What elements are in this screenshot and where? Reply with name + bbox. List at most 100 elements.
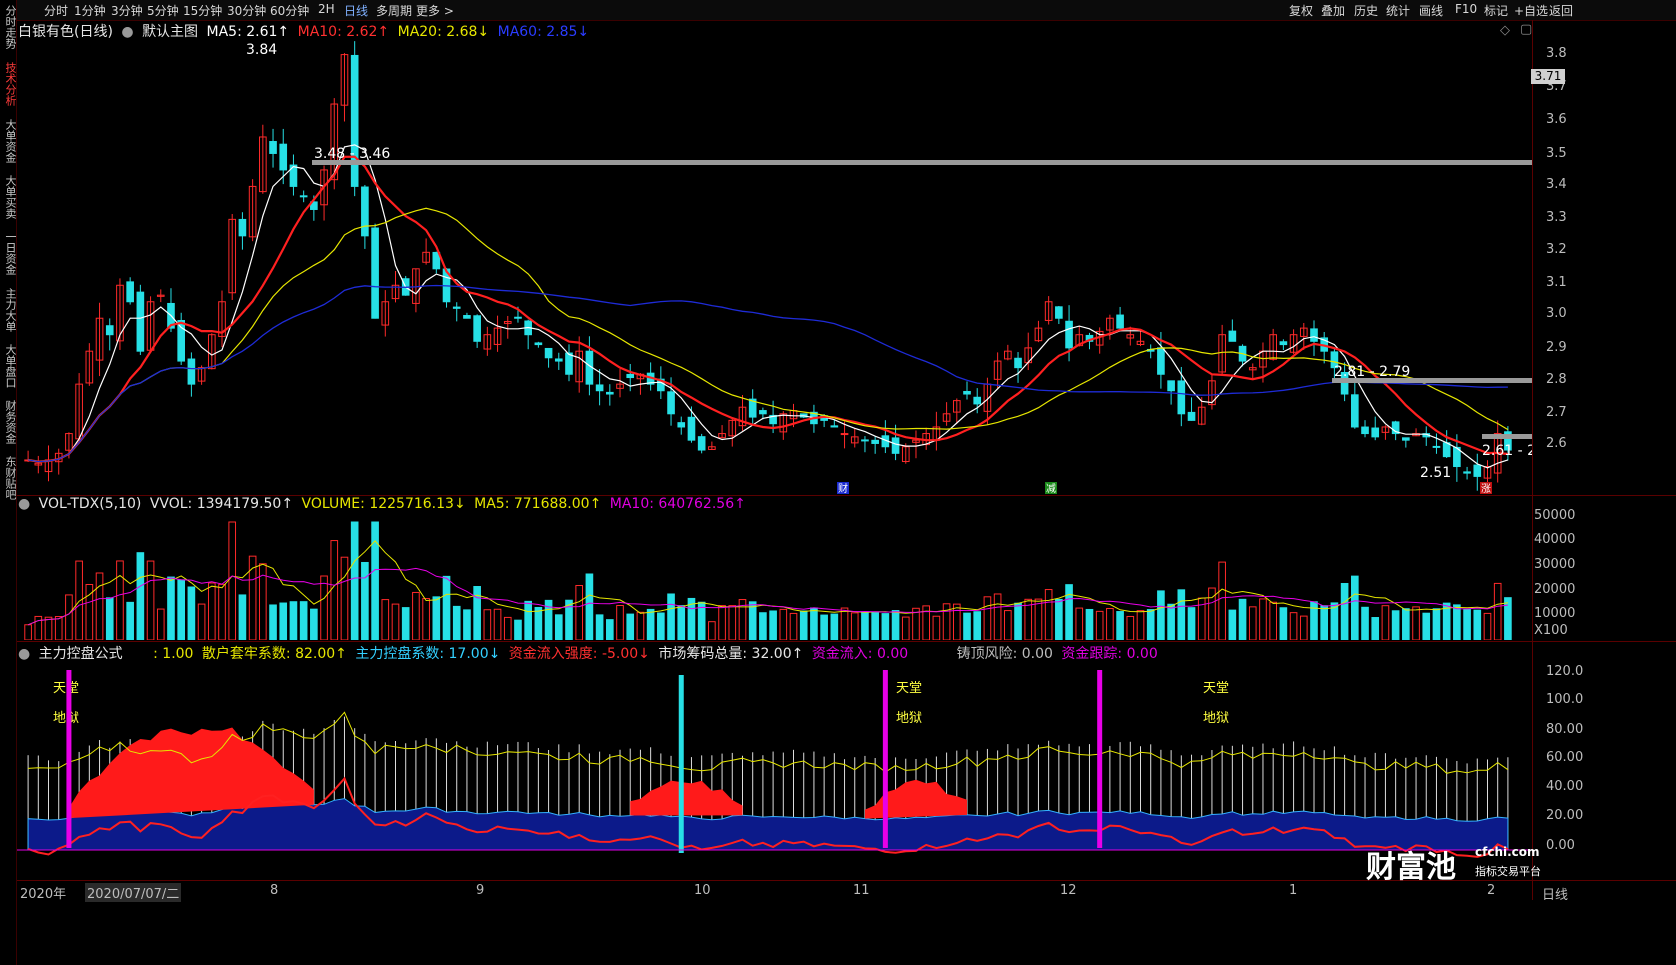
tab-2h[interactable]: 2H [318, 2, 335, 16]
volume-bar [105, 597, 114, 640]
sidebar-item-daily-funds[interactable]: 一日资金 [0, 228, 17, 278]
fund-inflow-area [630, 780, 743, 816]
tab-timeshare[interactable]: 分时 [44, 2, 68, 19]
tab-multi-period[interactable]: 多周期 [376, 2, 412, 19]
f10-button[interactable]: F10 [1455, 2, 1477, 16]
volume-bar [1146, 609, 1155, 640]
stats-button[interactable]: 统计 [1386, 2, 1410, 19]
tab-60min[interactable]: 60分钟 [270, 2, 309, 19]
annotation-high: 3.84 [246, 42, 277, 58]
signal-column [66, 670, 72, 848]
volume-chart[interactable] [17, 515, 1532, 640]
vol-ma5-value: MA5: 771688.00↑ [474, 496, 602, 512]
settings-dot-icon[interactable]: ● [18, 496, 30, 512]
candle-down [605, 391, 614, 395]
sidebar-item-bigorder-book[interactable]: 大单盘口 [0, 341, 17, 391]
tab-more[interactable]: 更多 > [416, 2, 454, 19]
volume-bar [1014, 602, 1022, 640]
volume-bar [1299, 615, 1308, 640]
indicator-chart[interactable]: 天堂 地狱 天堂 地狱 天堂 地狱 [17, 660, 1532, 880]
tab-15min[interactable]: 15分钟 [183, 2, 222, 19]
tab-1min[interactable]: 1分钟 [74, 2, 106, 19]
volume-bar [952, 603, 961, 640]
volume-axis: 50000 40000 30000 20000 10000 X100 [1534, 500, 1676, 640]
restore-rights-button[interactable]: 复权 [1289, 2, 1313, 19]
candle-down [1442, 442, 1451, 458]
volume-bar [993, 593, 1002, 640]
tab-5min[interactable]: 5分钟 [147, 2, 179, 19]
vvol-value: VVOL: 1394179.50↑ [149, 496, 294, 512]
volume-bar [95, 572, 104, 640]
stock-name: 白银有色(日线) [18, 24, 113, 40]
candle-down [1473, 464, 1482, 477]
close-panel-icon[interactable]: ▢ [1520, 22, 1532, 37]
volume-bar [718, 605, 726, 640]
volume-bar [1391, 610, 1400, 640]
volume-bar [1504, 597, 1512, 640]
ma20-value: MA20: 2.68↓ [397, 24, 490, 40]
sidebar-item-forum[interactable]: 东财贴吧 [0, 453, 17, 503]
time-tick: 1 [1289, 883, 1298, 898]
fund-inflow-area [864, 779, 968, 819]
candle-down [1014, 357, 1022, 369]
vol-indicator-name[interactable]: VOL-TDX(5,10) [39, 496, 142, 512]
candle-down [1432, 445, 1441, 448]
sidebar-item-technical[interactable]: 技术分析 [0, 58, 17, 110]
time-axis: 2020年 2020/07/07/二 8 9 10 11 12 1 2 [17, 881, 1532, 903]
volume-bar [177, 579, 186, 640]
signal-column [678, 675, 684, 853]
draw-button[interactable]: 画线 [1419, 2, 1443, 19]
sidebar-item-bigorder-funds[interactable]: 大单资金 [0, 116, 17, 166]
volume-bar [1238, 598, 1247, 640]
template-name[interactable]: 默认主图 [142, 24, 198, 40]
back-button[interactable]: 返回 [1549, 2, 1573, 19]
volume-bar [871, 612, 879, 640]
volume-bar [207, 582, 216, 640]
volume-bar [1044, 589, 1053, 640]
volume-legend: ● VOL-TDX(5,10) VVOL: 1394179.50↑ VOLUME… [18, 496, 750, 514]
sidebar-item-bigorder-trade[interactable]: 大单买卖 [0, 172, 17, 222]
settings-gear-icon[interactable]: ◇ [1500, 23, 1510, 38]
volume-bar [973, 611, 982, 640]
volume-bar [1075, 607, 1084, 640]
volume-bar [432, 596, 441, 640]
overlay-button[interactable]: 叠加 [1321, 2, 1345, 19]
volume-bar [65, 594, 73, 640]
time-tick: 2020年 [20, 887, 67, 902]
sidebar-item-main-bigorder[interactable]: 主力大单 [0, 285, 17, 335]
volume-bar [748, 601, 757, 640]
sidebar-item-timeshare[interactable]: 分时走势 [0, 2, 17, 52]
volume-bar [1279, 607, 1288, 640]
mark-button[interactable]: 标记 [1484, 2, 1508, 19]
volume-bar [799, 610, 808, 640]
tab-30min[interactable]: 30分钟 [227, 2, 266, 19]
volume-bar [728, 605, 737, 640]
candle-down [279, 143, 288, 171]
volume-bar [126, 601, 134, 640]
price-chart[interactable]: 3.84 3.48 - 3.46 2.81 - 2.79 2.61 - 2 2.… [17, 40, 1532, 495]
volume-bar [401, 607, 410, 640]
candle-up [840, 433, 849, 436]
history-button[interactable]: 历史 [1354, 2, 1378, 19]
volume-bar [1289, 612, 1298, 640]
candle-down [973, 396, 982, 405]
sidebar-item-finance-funds[interactable]: 财务资金 [0, 397, 17, 447]
volume-bar [320, 575, 328, 640]
candle-down [891, 437, 900, 454]
volume-bar [779, 608, 788, 640]
annotation-zone-2: 2.81 - 2.79 [1334, 364, 1410, 380]
volume-bar [503, 616, 512, 640]
reduce-event-label: 减 [1046, 483, 1056, 495]
settings-dot-icon[interactable]: ● [121, 24, 133, 40]
price-axis-divider [1532, 20, 1533, 900]
tab-3min[interactable]: 3分钟 [111, 2, 143, 19]
tab-daily[interactable]: 日线 [344, 2, 368, 19]
candle-down [1065, 320, 1073, 349]
volume-bar [534, 606, 543, 640]
annotation-low: 2.51 [1420, 465, 1451, 481]
candle-down [452, 306, 461, 309]
volume-bar [881, 613, 890, 640]
add-watchlist-button[interactable]: +自选 [1514, 2, 1548, 19]
volume-bar [861, 611, 869, 640]
volume-bar [391, 603, 400, 640]
